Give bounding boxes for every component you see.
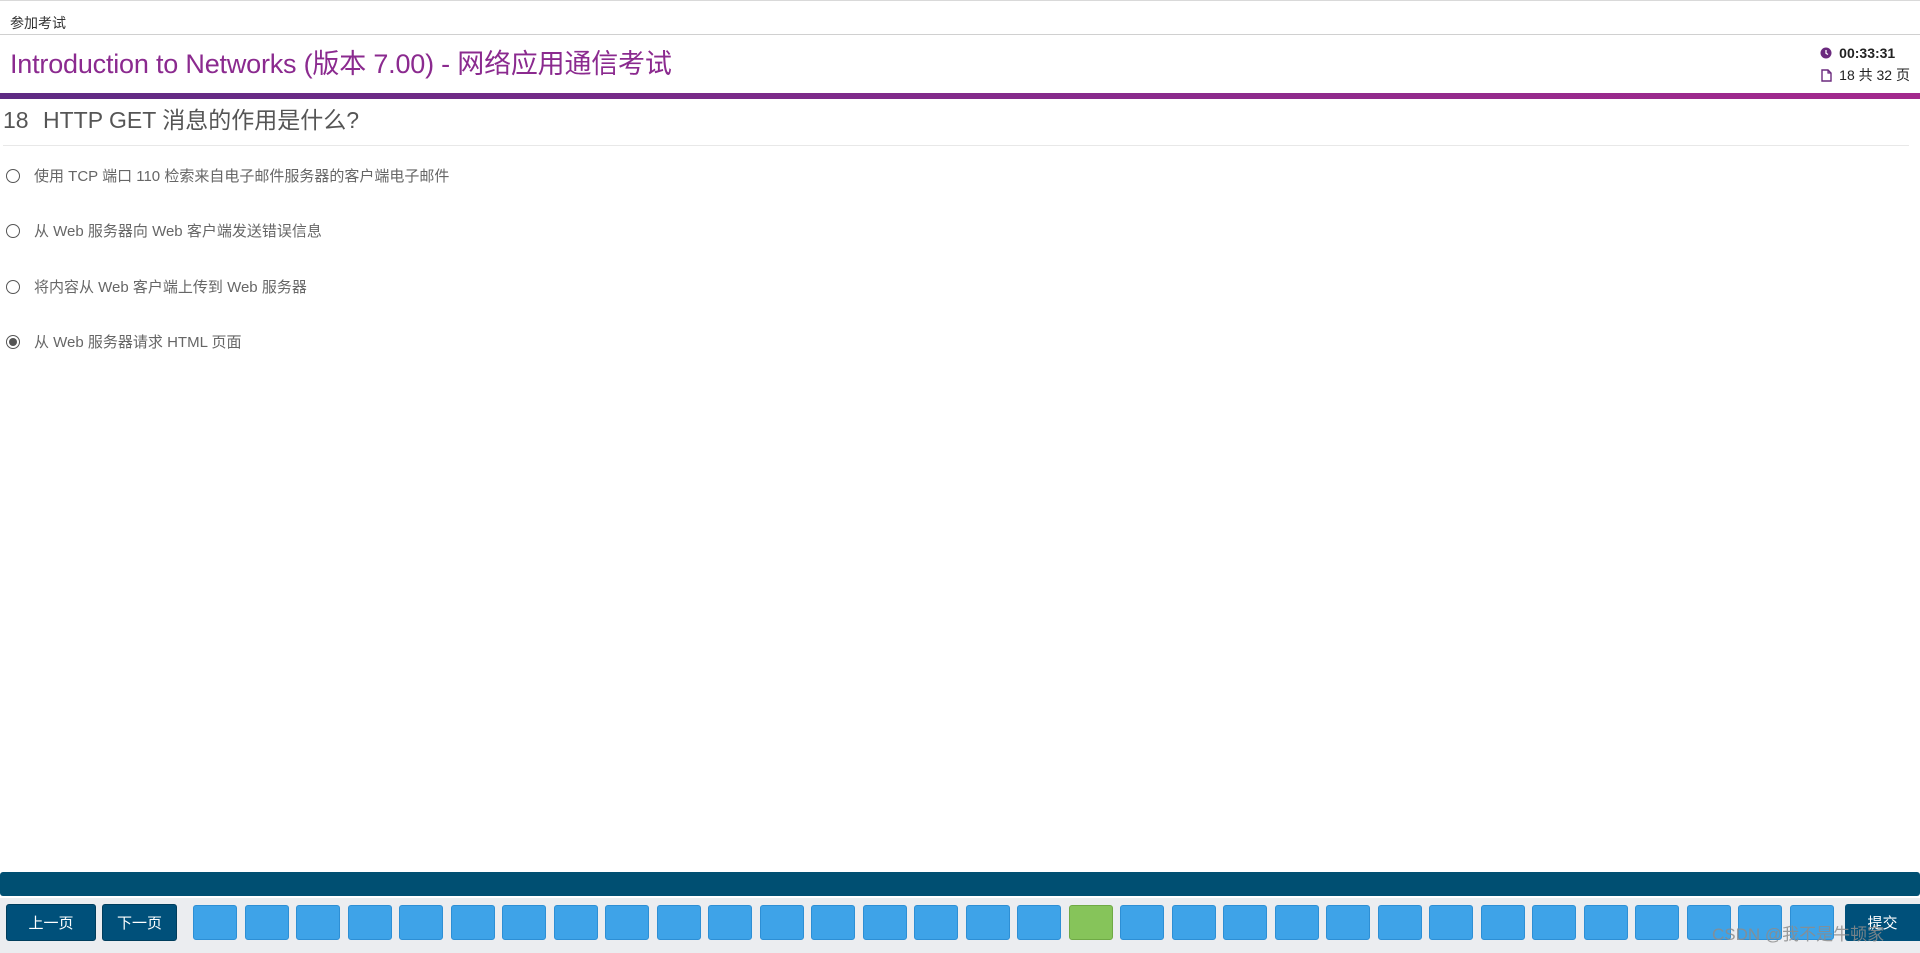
question-box[interactable]: [348, 905, 392, 940]
top-border: [0, 0, 1920, 1]
answer-option[interactable]: 使用 TCP 端口 110 检索来自电子邮件服务器的客户端电子邮件: [6, 165, 449, 186]
answer-option-selected[interactable]: 从 Web 服务器请求 HTML 页面: [6, 331, 242, 352]
question-box[interactable]: [1429, 905, 1473, 940]
question-box[interactable]: [863, 905, 907, 940]
question-box[interactable]: [966, 905, 1010, 940]
page-row: 18 共 32 页: [1819, 64, 1910, 86]
question-box[interactable]: [605, 905, 649, 940]
question-box[interactable]: [193, 905, 237, 940]
question-text: HTTP GET 消息的作用是什么?: [42, 107, 360, 133]
timer-value: 00:33:31: [1839, 45, 1896, 61]
clock-icon: [1819, 46, 1833, 60]
question-box[interactable]: [1172, 905, 1216, 940]
footer-bar: [0, 872, 1920, 896]
radio-button[interactable]: [6, 279, 20, 294]
question-box[interactable]: [1120, 905, 1164, 940]
page-title: Introduction to Networks (版本 7.00) - 网络应…: [10, 49, 672, 79]
breadcrumb: 参加考试: [10, 15, 66, 31]
header-accent-bar: [0, 93, 1920, 99]
question-box[interactable]: [296, 905, 340, 940]
question-box[interactable]: [914, 905, 958, 940]
question-box[interactable]: [1017, 905, 1061, 940]
answer-option[interactable]: 将内容从 Web 客户端上传到 Web 服务器: [6, 276, 307, 297]
answer-option-label: 使用 TCP 端口 110 检索来自电子邮件服务器的客户端电子邮件: [34, 168, 450, 185]
header-divider: [0, 34, 1920, 35]
question-heading: 18 HTTP GET 消息的作用是什么?: [3, 101, 359, 135]
question-box[interactable]: [245, 905, 289, 940]
question-box[interactable]: [760, 905, 804, 940]
question-box[interactable]: [811, 905, 855, 940]
timer-row: 00:33:31: [1819, 42, 1910, 64]
question-box[interactable]: [1584, 905, 1628, 940]
exam-status: 00:33:31 18 共 32 页: [1819, 42, 1910, 86]
question-box[interactable]: [1275, 905, 1319, 940]
question-box[interactable]: [1635, 905, 1679, 940]
question-box[interactable]: [1481, 905, 1525, 940]
question-box[interactable]: [1532, 905, 1576, 940]
page-indicator: 18 共 32 页: [1839, 67, 1910, 83]
radio-button[interactable]: [6, 223, 20, 238]
radio-button[interactable]: [6, 168, 20, 183]
answer-option-label: 从 Web 服务器向 Web 客户端发送错误信息: [34, 223, 322, 240]
question-box[interactable]: [502, 905, 546, 940]
page-icon: [1819, 68, 1833, 82]
answer-option-label: 从 Web 服务器请求 HTML 页面: [34, 334, 242, 351]
question-box[interactable]: [399, 905, 443, 940]
question-divider: [3, 145, 1909, 146]
question-box[interactable]: [1378, 905, 1422, 940]
watermark: CSDN @我不是牛顿家: [1712, 925, 1885, 944]
answer-option[interactable]: 从 Web 服务器向 Web 客户端发送错误信息: [6, 220, 322, 241]
question-box[interactable]: [451, 905, 495, 940]
radio-button-checked[interactable]: [6, 334, 20, 349]
next-page-button[interactable]: 下一页: [102, 904, 177, 941]
answer-option-label: 将内容从 Web 客户端上传到 Web 服务器: [34, 279, 307, 296]
question-box[interactable]: [1223, 905, 1267, 940]
question-box[interactable]: [657, 905, 701, 940]
previous-page-button[interactable]: 上一页: [6, 904, 96, 941]
question-box-current[interactable]: [1069, 905, 1113, 940]
question-box[interactable]: [708, 905, 752, 940]
question-box[interactable]: [554, 905, 598, 940]
question-box[interactable]: [1326, 905, 1370, 940]
question-number: 18: [3, 107, 29, 133]
